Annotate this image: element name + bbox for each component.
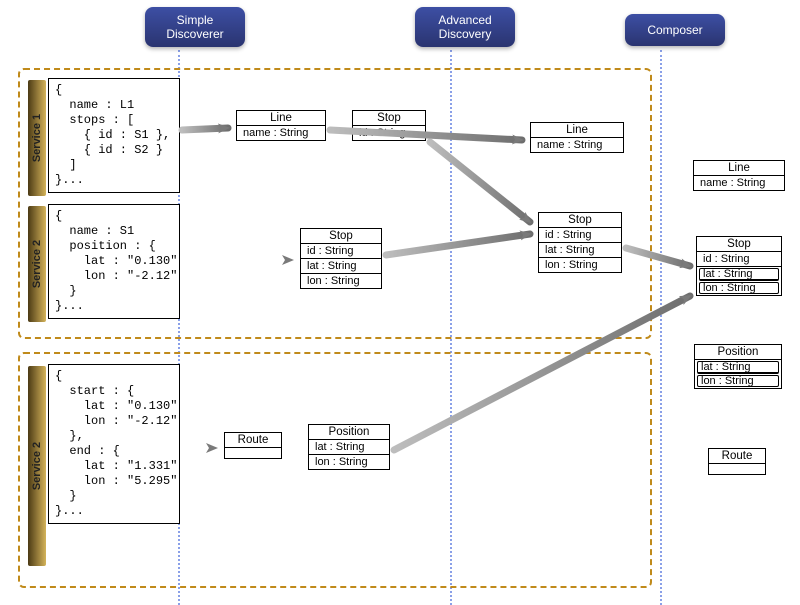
service-label: Service 2 bbox=[31, 442, 43, 490]
uml-field: lon : String bbox=[309, 455, 389, 469]
uml-title: Stop bbox=[539, 213, 621, 228]
header-label: Composer bbox=[625, 23, 725, 37]
header-simple-discoverer: Simple Discoverer bbox=[145, 7, 245, 47]
header-label: Simple bbox=[145, 13, 245, 27]
uml-field: id : String bbox=[301, 244, 381, 259]
service-tab-1: Service 1 bbox=[28, 80, 46, 196]
uml-title: Line bbox=[237, 111, 325, 126]
uml-line-composer: Line name : String bbox=[693, 160, 785, 191]
header-composer: Composer bbox=[625, 14, 725, 46]
uml-stop-composer: Stop id : String lat : String lon : Stri… bbox=[696, 236, 782, 296]
uml-title: Line bbox=[694, 161, 784, 176]
uml-title: Position bbox=[695, 345, 781, 360]
uml-stop-mid-simple: Stop id : String lat : String lon : Stri… bbox=[300, 228, 382, 289]
uml-route-composer: Route bbox=[708, 448, 766, 475]
uml-field: name : String bbox=[694, 176, 784, 190]
uml-field-highlight: lon : String bbox=[697, 375, 779, 387]
service-tab-2: Service 2 bbox=[28, 206, 46, 322]
uml-title: Line bbox=[531, 123, 623, 138]
header-label: Advanced bbox=[415, 13, 515, 27]
code-service-3: { start : { lat : "0.130" lon : "-2.12" … bbox=[48, 364, 180, 524]
uml-field: lon : String bbox=[301, 274, 381, 288]
uml-title: Route bbox=[225, 433, 281, 448]
header-advanced-discovery: Advanced Discovery bbox=[415, 7, 515, 47]
service-label: Service 1 bbox=[31, 114, 43, 162]
uml-line-adv: Line name : String bbox=[530, 122, 624, 153]
uml-field: id : String bbox=[697, 252, 781, 267]
uml-field: name : String bbox=[237, 126, 325, 140]
uml-position-simple: Position lat : String lon : String bbox=[308, 424, 390, 470]
header-label: Discoverer bbox=[145, 27, 245, 41]
uml-route-simple: Route bbox=[224, 432, 282, 459]
column-separator-3 bbox=[660, 50, 662, 605]
uml-title: Position bbox=[309, 425, 389, 440]
uml-field: lat : String bbox=[301, 259, 381, 274]
uml-field: id : String bbox=[539, 228, 621, 243]
uml-field-highlight: lon : String bbox=[699, 282, 779, 294]
uml-field bbox=[709, 464, 765, 474]
uml-line-simple: Line name : String bbox=[236, 110, 326, 141]
uml-position-composer: Position lat : String lon : String bbox=[694, 344, 782, 389]
uml-field-highlight: lat : String bbox=[699, 268, 779, 281]
uml-title: Stop bbox=[353, 111, 425, 126]
code-service-2: { name : S1 position : { lat : "0.130" l… bbox=[48, 204, 180, 319]
uml-field bbox=[225, 448, 281, 458]
header-label: Discovery bbox=[415, 27, 515, 41]
uml-stop-adv: Stop id : String lat : String lon : Stri… bbox=[538, 212, 622, 273]
service-label: Service 2 bbox=[31, 240, 43, 288]
uml-field: id : String bbox=[353, 126, 425, 140]
uml-field: lon : String bbox=[539, 258, 621, 272]
uml-title: Stop bbox=[697, 237, 781, 252]
uml-field: lat : String bbox=[309, 440, 389, 455]
uml-stop-small-simple: Stop id : String bbox=[352, 110, 426, 141]
uml-title: Route bbox=[709, 449, 765, 464]
uml-field: lat : String bbox=[539, 243, 621, 258]
uml-field-highlight: lat : String bbox=[697, 361, 779, 374]
service-tab-3: Service 2 bbox=[28, 366, 46, 566]
uml-title: Stop bbox=[301, 229, 381, 244]
code-service-1: { name : L1 stops : [ { id : S1 }, { id … bbox=[48, 78, 180, 193]
uml-field: name : String bbox=[531, 138, 623, 152]
